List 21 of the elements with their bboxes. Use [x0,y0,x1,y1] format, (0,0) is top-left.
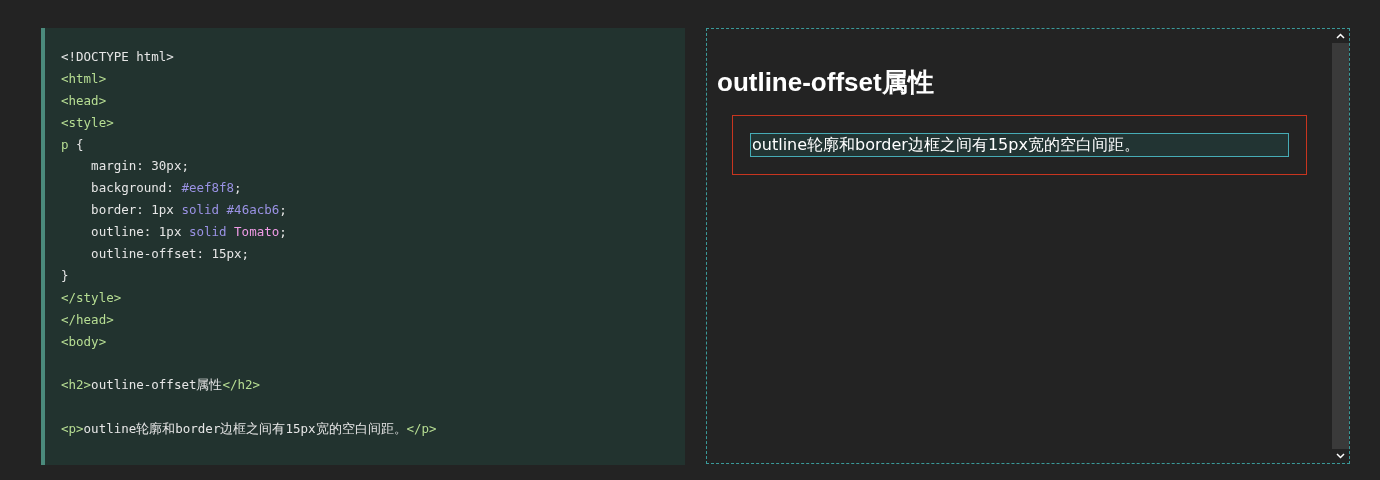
scrollbar[interactable] [1332,29,1349,463]
code-line: </head> [61,310,114,329]
code-line: outline: 1px solid Tomato; [90,223,287,242]
code-line: margin: 30px; [90,157,189,176]
code-line: outline-offset: 15px; [90,245,250,263]
code-line: } [61,266,69,285]
code-line: border: 1px solid #46acb6; [90,201,287,220]
code-line: <body> [61,332,107,351]
scroll-up-icon[interactable] [1332,29,1349,43]
code-line: background: #eef8f8; [90,179,242,198]
code-line: <h2>outline-offset属性</h2> [61,376,261,395]
code-line: <head> [61,91,107,110]
code-line: <html> [61,69,107,88]
preview-heading: outline-offset属性 [717,69,934,95]
code-line: <p>outline轮廓和border边框之间有15px宽的空白间距。</p> [61,420,437,439]
preview-paragraph: outline轮廓和border边框之间有15px宽的空白间距。 [750,133,1289,157]
code-line: <!DOCTYPE html> [61,48,174,66]
code-line: <style> [61,113,114,132]
code-line: p { [61,135,84,154]
scroll-down-icon[interactable] [1332,449,1349,463]
code-line: </style> [61,288,122,307]
